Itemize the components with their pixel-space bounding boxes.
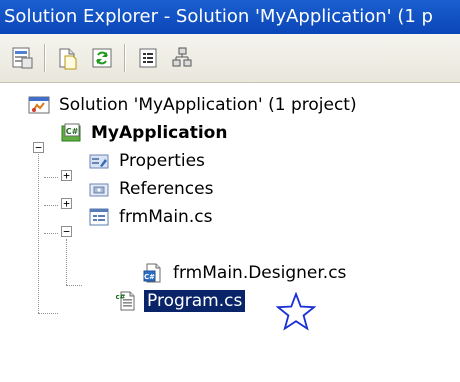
window-titlebar[interactable]: Solution Explorer - Solution 'MyApplicat…	[0, 0, 460, 34]
csharp-project-icon: C#	[60, 122, 82, 144]
tree-connector	[38, 313, 58, 314]
svg-text:C#: C#	[66, 127, 79, 136]
tree-item-label: References	[119, 179, 214, 199]
expand-toggle[interactable]: +	[61, 170, 72, 181]
toolbar-separator	[124, 44, 125, 72]
star-icon	[276, 292, 316, 331]
solution-explorer-window: Solution Explorer - Solution 'MyApplicat…	[0, 0, 460, 382]
tree-item-label: Program.cs	[144, 290, 246, 312]
tree-connector	[44, 205, 58, 206]
window-title: Solution Explorer - Solution 'MyApplicat…	[4, 6, 433, 27]
tree-item-label: Solution 'MyApplication' (1 project)	[59, 95, 357, 115]
tree-item-program[interactable]: c# Program.cs	[116, 287, 246, 315]
toolbar-separator	[44, 44, 45, 72]
toolbar	[0, 34, 460, 83]
view-code-icon	[139, 48, 157, 68]
collapse-toggle[interactable]: −	[33, 142, 44, 153]
tree-item-properties[interactable]: Properties	[88, 147, 208, 175]
csharp-file-icon: c#	[116, 290, 138, 312]
tree-connector	[44, 177, 58, 178]
tree-item-label: MyApplication	[91, 123, 228, 143]
tree-item-solution[interactable]: Solution 'MyApplication' (1 project)	[28, 91, 360, 119]
tree-item-references[interactable]: References	[88, 175, 216, 203]
class-view-button[interactable]	[168, 44, 196, 72]
tree-item-frmmain[interactable]: frmMain.cs	[88, 203, 215, 231]
form-icon	[88, 206, 110, 228]
solution-icon	[28, 94, 50, 116]
svg-text:C#: C#	[144, 273, 155, 281]
svg-text:c#: c#	[116, 293, 126, 301]
properties-folder-icon	[88, 150, 110, 172]
refresh-icon	[92, 48, 112, 68]
show-all-files-icon	[59, 48, 77, 70]
tree-item-label: frmMain.cs	[119, 207, 213, 227]
tree-item-designer[interactable]: C# frmMain.Designer.cs	[142, 259, 349, 287]
solution-tree: Solution 'MyApplication' (1 project) − C…	[0, 83, 460, 382]
properties-icon	[12, 47, 33, 69]
tree-item-project[interactable]: C# MyApplication	[60, 119, 230, 147]
tree-connector	[38, 149, 39, 313]
tree-connector	[44, 233, 58, 234]
properties-button[interactable]	[8, 44, 36, 72]
view-code-button[interactable]	[134, 44, 162, 72]
tree-item-label: Properties	[119, 151, 205, 171]
references-icon	[88, 178, 110, 200]
collapse-toggle[interactable]: −	[61, 226, 72, 237]
expand-toggle[interactable]: +	[61, 198, 72, 209]
tree-connector	[66, 285, 82, 286]
tree-item-label: frmMain.Designer.cs	[173, 263, 347, 283]
show-all-files-button[interactable]	[54, 44, 82, 72]
class-view-icon	[172, 47, 192, 67]
csharp-file-icon: C#	[142, 262, 164, 284]
refresh-button[interactable]	[88, 44, 116, 72]
tree-connector	[66, 239, 67, 285]
